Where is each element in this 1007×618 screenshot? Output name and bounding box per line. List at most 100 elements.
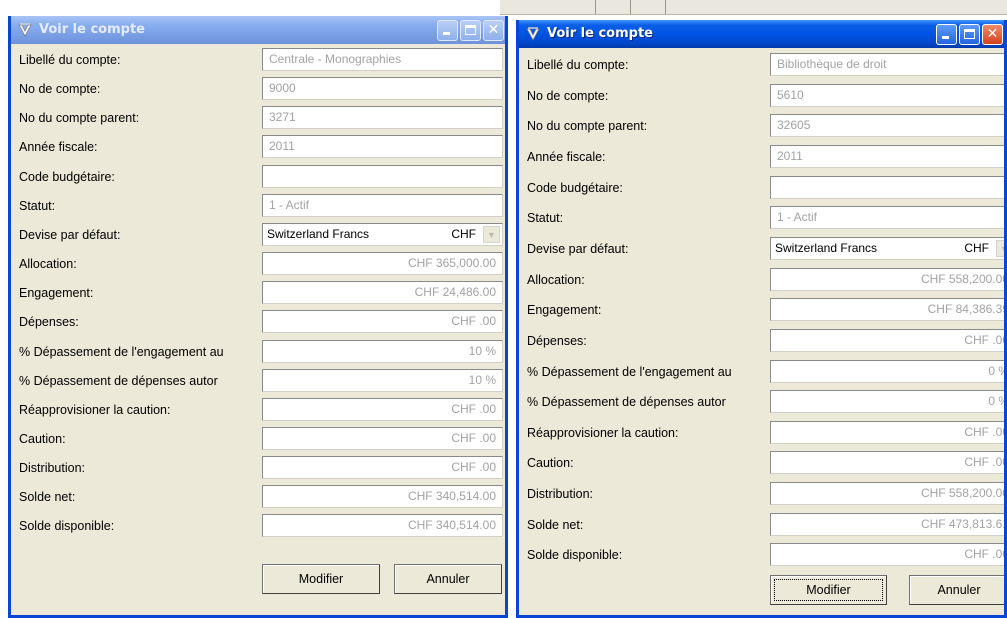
field-label: Code budgétaire:	[19, 170, 115, 184]
field-input-distribution[interactable]: CHF .00	[262, 456, 503, 479]
field-input-statut[interactable]: 1 - Actif	[262, 194, 503, 217]
field-row-depassement-de-depenses-autor: % Dépassement de dépenses autor 0 %	[519, 390, 1004, 414]
window-app-icon	[525, 26, 541, 42]
field-row-code-budgetaire: Code budgétaire:	[11, 165, 505, 189]
view-account-window-1: Voir le compte Libellé du compte: Centrale…	[8, 16, 508, 618]
field-row-no-du-compte-parent: No du compte parent: 32605	[519, 114, 1004, 138]
currency-select-value: Switzerland Francs	[267, 227, 370, 241]
field-input-depenses[interactable]: CHF .00	[770, 329, 1004, 352]
field-input-allocation[interactable]: CHF 365,000.00	[262, 252, 503, 275]
field-row-distribution: Distribution: CHF 558,200.00	[519, 482, 1004, 506]
field-row-annee-fiscale: Année fiscale: 2011	[519, 145, 1004, 169]
field-label: No de compte:	[19, 82, 101, 96]
field-label: Statut:	[527, 211, 564, 225]
field-row-reapprovisioner-la-caution: Réapprovisioner la caution: CHF .00	[11, 398, 505, 422]
field-label: No de compte:	[527, 89, 609, 103]
modify-button[interactable]: Modifier	[770, 575, 887, 605]
field-row-reapprovisioner-la-caution: Réapprovisioner la caution: CHF .00	[519, 421, 1004, 445]
field-input-solde-disponible[interactable]: CHF .00	[770, 543, 1004, 566]
field-row-statut: Statut: 1 - Actif	[519, 206, 1004, 230]
field-label: Distribution:	[19, 461, 85, 475]
field-row-code-budgetaire: Code budgétaire:	[519, 176, 1004, 200]
field-label: Réapprovisioner la caution:	[527, 426, 679, 440]
field-label: Libellé du compte:	[19, 53, 121, 67]
field-row-depassement-de-depenses-autor: % Dépassement de dépenses autor 10 %	[11, 369, 505, 393]
field-input-libelle-du-compte[interactable]: Bibliothèque de droit	[770, 53, 1004, 76]
field-input-depassement-de-l-engagement-au[interactable]: 10 %	[262, 340, 503, 363]
field-input-solde-disponible[interactable]: CHF 340,514.00	[262, 514, 503, 537]
field-label: % Dépassement de dépenses autor	[19, 374, 218, 388]
field-label: % Dépassement de dépenses autor	[527, 395, 726, 409]
field-input-caution[interactable]: CHF .00	[770, 451, 1004, 474]
field-row-caution: Caution: CHF .00	[11, 427, 505, 451]
cancel-button[interactable]: Annuler	[909, 575, 1004, 605]
field-label: Réapprovisioner la caution:	[19, 403, 171, 417]
field-input-code-budgetaire[interactable]	[262, 165, 503, 188]
field-row-devise-par-defaut: Devise par défaut: Switzerland Francs CHF ▼	[519, 237, 1004, 261]
currency-select[interactable]: Switzerland Francs CHF ▼	[262, 223, 503, 246]
field-label: Devise par défaut:	[527, 242, 629, 256]
field-row-solde-net: Solde net: CHF 340,514.00	[11, 485, 505, 509]
field-input-depenses[interactable]: CHF .00	[262, 310, 503, 333]
field-input-annee-fiscale[interactable]: 2011	[770, 145, 1004, 168]
background-divider	[630, 0, 631, 14]
close-icon[interactable]	[483, 20, 504, 41]
field-label: Allocation:	[527, 273, 585, 287]
background-window-strip	[500, 0, 1007, 15]
title-bar[interactable]: Voir le compte	[11, 16, 505, 44]
window-title: Voir le compte	[547, 26, 653, 41]
field-row-libelle-du-compte: Libellé du compte: Centrale - Monographie…	[11, 48, 505, 72]
field-row-depenses: Dépenses: CHF .00	[11, 310, 505, 334]
field-label: Solde net:	[527, 518, 584, 532]
field-input-caution[interactable]: CHF .00	[262, 427, 503, 450]
field-input-distribution[interactable]: CHF 558,200.00	[770, 482, 1004, 505]
field-row-statut: Statut: 1 - Actif	[11, 194, 505, 218]
field-input-reapprovisioner-la-caution[interactable]: CHF .00	[770, 421, 1004, 444]
field-label: No du compte parent:	[527, 119, 648, 133]
background-divider	[595, 0, 596, 14]
field-input-depassement-de-depenses-autor[interactable]: 10 %	[262, 369, 503, 392]
currency-code: CHF	[964, 241, 989, 255]
chevron-down-icon[interactable]: ▼	[996, 240, 1004, 257]
field-input-libelle-du-compte[interactable]: Centrale - Monographies	[262, 48, 503, 71]
field-input-engagement[interactable]: CHF 84,386.39	[770, 298, 1004, 321]
field-label: Dépenses:	[19, 315, 79, 329]
field-input-engagement[interactable]: CHF 24,486.00	[262, 281, 503, 304]
minimize-icon[interactable]	[437, 20, 458, 41]
field-input-annee-fiscale[interactable]: 2011	[262, 135, 503, 158]
field-row-annee-fiscale: Année fiscale: 2011	[11, 135, 505, 159]
field-input-statut[interactable]: 1 - Actif	[770, 206, 1004, 229]
field-label: % Dépassement de l'engagement au	[19, 345, 224, 359]
field-input-no-de-compte[interactable]: 5610	[770, 84, 1004, 107]
title-bar[interactable]: Voir le compte	[519, 20, 1004, 48]
field-input-depassement-de-depenses-autor[interactable]: 0 %	[770, 390, 1004, 413]
field-label: % Dépassement de l'engagement au	[527, 365, 732, 379]
field-row-engagement: Engagement: CHF 24,486.00	[11, 281, 505, 305]
field-row-devise-par-defaut: Devise par défaut: Switzerland Francs CHF ▼	[11, 223, 505, 247]
cancel-button[interactable]: Annuler	[394, 564, 502, 594]
field-label: Solde disponible:	[527, 548, 623, 562]
field-row-no-de-compte: No de compte: 9000	[11, 77, 505, 101]
field-label: Caution:	[19, 432, 66, 446]
maximize-icon[interactable]	[460, 20, 481, 41]
minimize-icon[interactable]	[936, 24, 957, 45]
field-input-solde-net[interactable]: CHF 340,514.00	[262, 485, 503, 508]
chevron-down-icon[interactable]: ▼	[483, 226, 500, 243]
field-input-depassement-de-l-engagement-au[interactable]: 0 %	[770, 360, 1004, 383]
field-input-solde-net[interactable]: CHF 473,813.61	[770, 513, 1004, 536]
field-row-depenses: Dépenses: CHF .00	[519, 329, 1004, 353]
field-label: Code budgétaire:	[527, 181, 623, 195]
field-input-no-du-compte-parent[interactable]: 3271	[262, 106, 503, 129]
currency-select[interactable]: Switzerland Francs CHF ▼	[770, 237, 1004, 260]
field-input-allocation[interactable]: CHF 558,200.00	[770, 268, 1004, 291]
maximize-icon[interactable]	[959, 24, 980, 45]
field-input-reapprovisioner-la-caution[interactable]: CHF .00	[262, 398, 503, 421]
field-label: Solde disponible:	[19, 519, 115, 533]
close-icon[interactable]	[982, 24, 1003, 45]
field-row-no-de-compte: No de compte: 5610	[519, 84, 1004, 108]
field-input-no-du-compte-parent[interactable]: 32605	[770, 114, 1004, 137]
field-input-code-budgetaire[interactable]	[770, 176, 1004, 199]
field-row-depassement-de-l-engagement-au: % Dépassement de l'engagement au 0 %	[519, 360, 1004, 384]
modify-button[interactable]: Modifier	[262, 564, 380, 594]
field-input-no-de-compte[interactable]: 9000	[262, 77, 503, 100]
